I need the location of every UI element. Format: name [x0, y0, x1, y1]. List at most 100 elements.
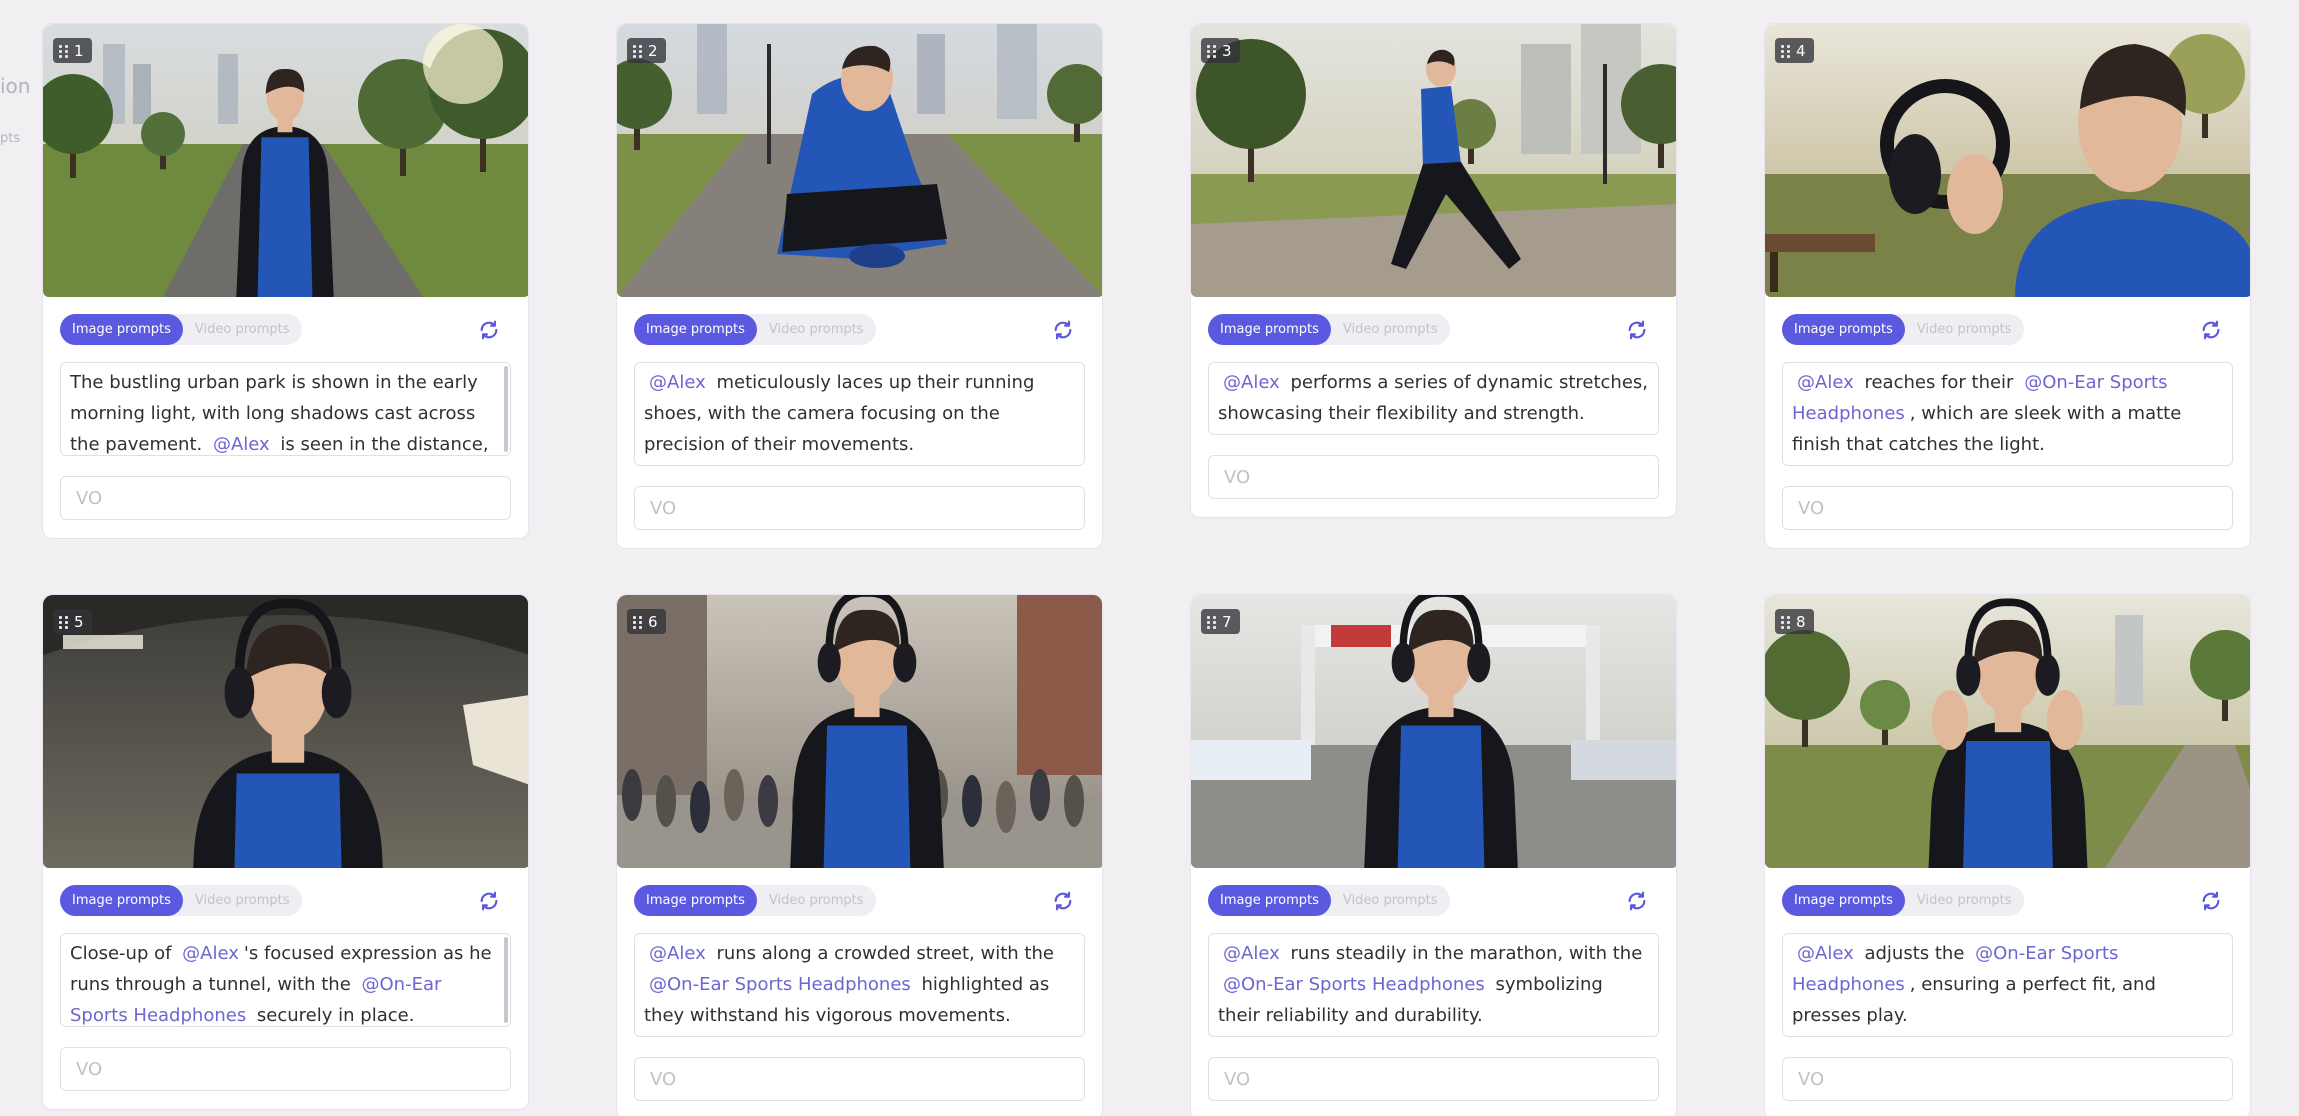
- prompt-textarea[interactable]: @Alex performs a series of dynamic stret…: [1208, 362, 1659, 435]
- drag-handle[interactable]: 4: [1775, 38, 1814, 63]
- prompt-textarea[interactable]: @Alex meticulously laces up their runnin…: [634, 362, 1085, 466]
- grip-icon: [1207, 45, 1216, 58]
- shot-number: 8: [1796, 612, 1806, 631]
- mention-tag[interactable]: @On-Ear Sports Headphones: [1218, 974, 1490, 995]
- storyboard-card: 5 Image prompts Video prompts Close-up o…: [42, 594, 529, 1110]
- refresh-icon: [2200, 890, 2222, 912]
- regenerate-button[interactable]: [475, 887, 503, 915]
- mention-tag[interactable]: @Alex: [1792, 943, 1859, 964]
- tab-image-prompts[interactable]: Image prompts: [1208, 885, 1331, 916]
- shot-number: 6: [648, 612, 658, 631]
- prompt-textarea[interactable]: @Alex runs along a crowded street, with …: [634, 933, 1085, 1037]
- storyboard-card: 6 Image prompts Video prompts @Alex runs…: [616, 594, 1103, 1116]
- prompt-text: runs along a crowded street, with the: [710, 943, 1054, 964]
- tab-image-prompts[interactable]: Image prompts: [60, 885, 183, 916]
- vo-input[interactable]: [60, 1047, 511, 1091]
- tab-video-prompts[interactable]: Video prompts: [1331, 314, 1450, 345]
- tab-video-prompts[interactable]: Video prompts: [1331, 885, 1450, 916]
- vo-input[interactable]: [1782, 486, 2233, 530]
- prompt-tabs: Image prompts Video prompts: [1782, 885, 2024, 916]
- scene-image-graphic: [617, 24, 1102, 297]
- prompt-tabbar: Image prompts Video prompts: [1782, 885, 2233, 916]
- prompt-tabs: Image prompts Video prompts: [1782, 314, 2024, 345]
- prompt-textarea[interactable]: @Alex reaches for their @On-Ear Sports H…: [1782, 362, 2233, 466]
- prompt-tabbar: Image prompts Video prompts: [1208, 885, 1659, 916]
- tab-image-prompts[interactable]: Image prompts: [60, 314, 183, 345]
- vo-input[interactable]: [634, 1057, 1085, 1101]
- shot-number: 5: [74, 612, 84, 631]
- mention-tag[interactable]: @Alex: [208, 434, 275, 455]
- scene-image[interactable]: 2: [617, 24, 1102, 297]
- mention-tag[interactable]: @On-Ear Sports Headphones: [644, 974, 916, 995]
- storyboard-card: 1 Image prompts Video prompts The bustli…: [42, 23, 529, 539]
- scene-image[interactable]: 7: [1191, 595, 1676, 868]
- tab-video-prompts[interactable]: Video prompts: [1905, 314, 2024, 345]
- prompt-text: securely in place.: [251, 1005, 415, 1026]
- mention-tag[interactable]: @Alex: [1218, 372, 1285, 393]
- scene-image[interactable]: 3: [1191, 24, 1676, 297]
- prompt-tabs: Image prompts Video prompts: [1208, 314, 1450, 345]
- scene-image[interactable]: 8: [1765, 595, 2250, 868]
- prompt-tabbar: Image prompts Video prompts: [60, 885, 511, 916]
- prompt-tabs: Image prompts Video prompts: [60, 885, 302, 916]
- regenerate-button[interactable]: [475, 316, 503, 344]
- prompt-text: is seen in the distance,: [274, 434, 489, 455]
- drag-handle[interactable]: 7: [1201, 609, 1240, 634]
- scene-image[interactable]: 1: [43, 24, 528, 297]
- prompt-textarea[interactable]: @Alex adjusts the @On-Ear Sports Headpho…: [1782, 933, 2233, 1037]
- grip-icon: [633, 45, 642, 58]
- regenerate-button[interactable]: [1049, 316, 1077, 344]
- vo-input[interactable]: [1782, 1057, 2233, 1101]
- shot-number: 7: [1222, 612, 1232, 631]
- grip-icon: [1207, 616, 1216, 629]
- prompt-tabs: Image prompts Video prompts: [1208, 885, 1450, 916]
- refresh-icon: [2200, 319, 2222, 341]
- tab-video-prompts[interactable]: Video prompts: [183, 885, 302, 916]
- sidebar-fragment-label: ion: [0, 74, 31, 98]
- tab-video-prompts[interactable]: Video prompts: [757, 314, 876, 345]
- tab-image-prompts[interactable]: Image prompts: [1782, 885, 1905, 916]
- mention-tag[interactable]: @Alex: [1218, 943, 1285, 964]
- prompt-textarea[interactable]: @Alex runs steadily in the marathon, wit…: [1208, 933, 1659, 1037]
- regenerate-button[interactable]: [1049, 887, 1077, 915]
- drag-handle[interactable]: 5: [53, 609, 92, 634]
- refresh-icon: [1052, 319, 1074, 341]
- prompt-text: runs steadily in the marathon, with the: [1284, 943, 1643, 964]
- tab-video-prompts[interactable]: Video prompts: [757, 885, 876, 916]
- scene-image[interactable]: 6: [617, 595, 1102, 868]
- prompt-tabbar: Image prompts Video prompts: [634, 314, 1085, 345]
- drag-handle[interactable]: 1: [53, 38, 92, 63]
- drag-handle[interactable]: 2: [627, 38, 666, 63]
- tab-video-prompts[interactable]: Video prompts: [1905, 885, 2024, 916]
- scene-image[interactable]: 4: [1765, 24, 2250, 297]
- vo-input[interactable]: [1208, 1057, 1659, 1101]
- tab-video-prompts[interactable]: Video prompts: [183, 314, 302, 345]
- scene-image-graphic: [1765, 24, 2250, 297]
- regenerate-button[interactable]: [2197, 887, 2225, 915]
- storyboard-card: 2 Image prompts Video prompts @Alex meti…: [616, 23, 1103, 549]
- vo-input[interactable]: [634, 486, 1085, 530]
- prompt-tabs: Image prompts Video prompts: [634, 885, 876, 916]
- prompt-tabbar: Image prompts Video prompts: [1782, 314, 2233, 345]
- scene-image[interactable]: 5: [43, 595, 528, 868]
- refresh-icon: [1626, 890, 1648, 912]
- tab-image-prompts[interactable]: Image prompts: [634, 885, 757, 916]
- mention-tag[interactable]: @Alex: [644, 943, 711, 964]
- tab-image-prompts[interactable]: Image prompts: [1208, 314, 1331, 345]
- prompt-textarea[interactable]: The bustling urban park is shown in the …: [60, 362, 511, 456]
- mention-tag[interactable]: @Alex: [644, 372, 711, 393]
- tab-image-prompts[interactable]: Image prompts: [634, 314, 757, 345]
- regenerate-button[interactable]: [1623, 887, 1651, 915]
- mention-tag[interactable]: @Alex: [1792, 372, 1859, 393]
- refresh-icon: [1052, 890, 1074, 912]
- vo-input[interactable]: [60, 476, 511, 520]
- regenerate-button[interactable]: [2197, 316, 2225, 344]
- drag-handle[interactable]: 8: [1775, 609, 1814, 634]
- drag-handle[interactable]: 6: [627, 609, 666, 634]
- tab-image-prompts[interactable]: Image prompts: [1782, 314, 1905, 345]
- mention-tag[interactable]: @Alex: [177, 943, 244, 964]
- prompt-textarea[interactable]: Close-up of @Alex's focused expression a…: [60, 933, 511, 1027]
- regenerate-button[interactable]: [1623, 316, 1651, 344]
- drag-handle[interactable]: 3: [1201, 38, 1240, 63]
- vo-input[interactable]: [1208, 455, 1659, 499]
